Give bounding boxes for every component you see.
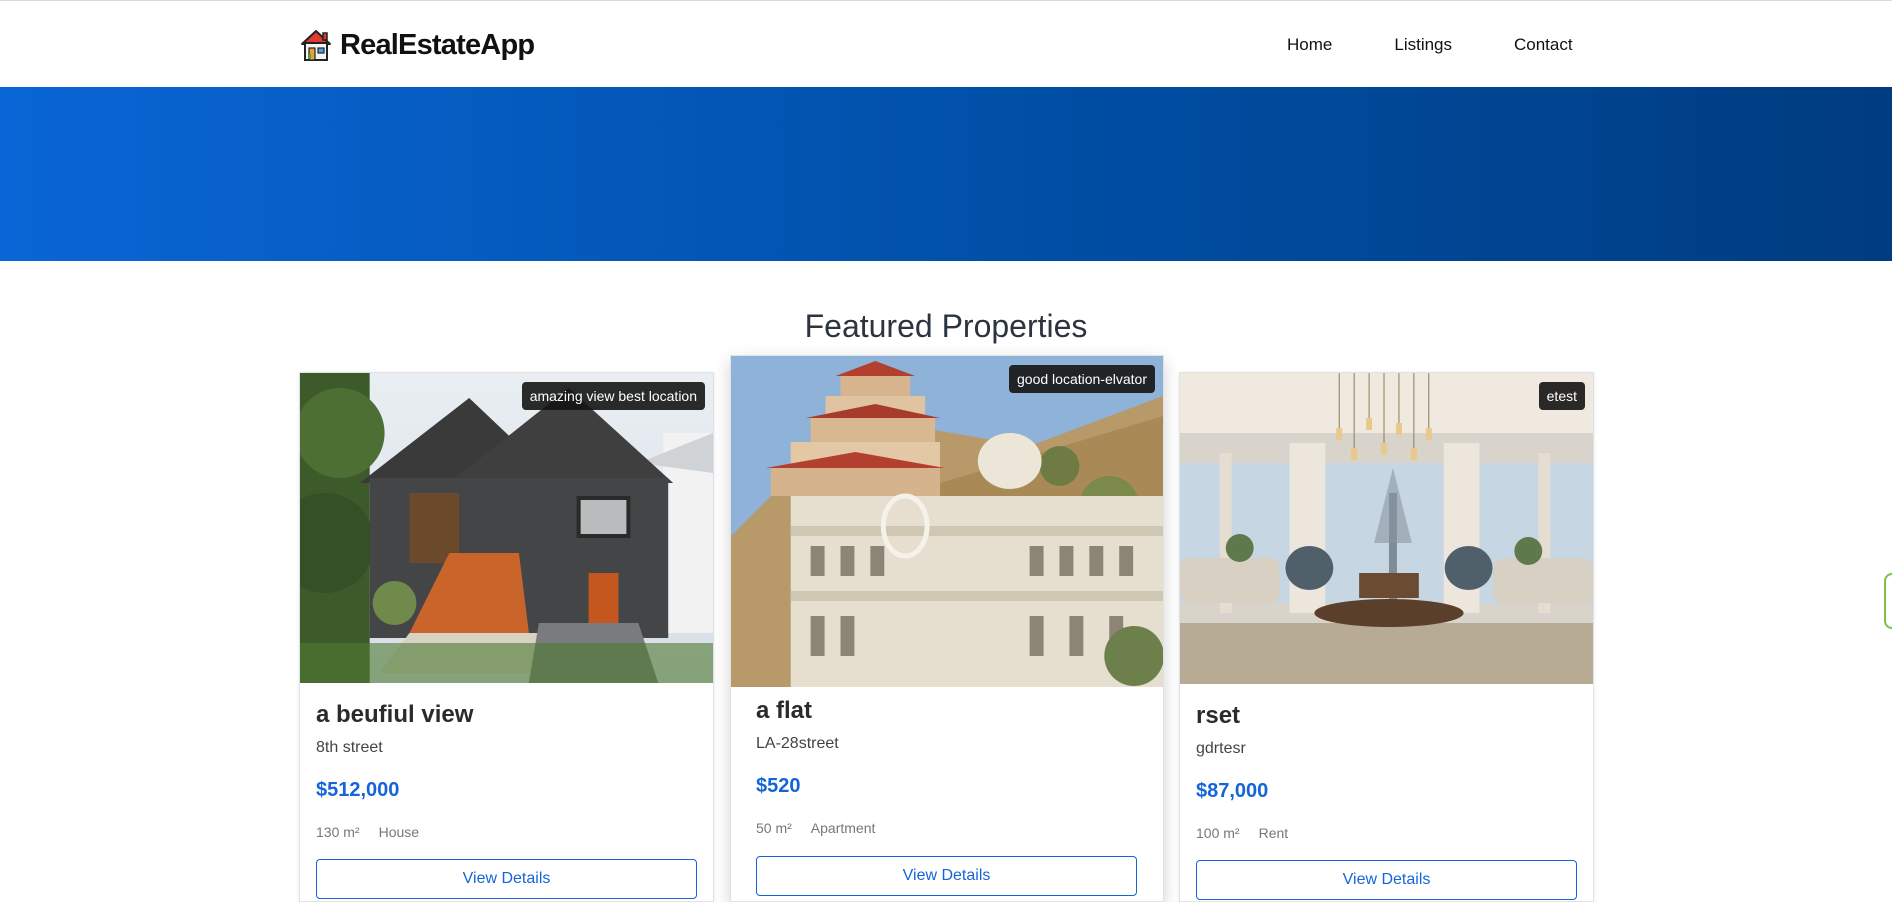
hero-banner bbox=[0, 87, 1892, 261]
property-area: 100 m² bbox=[1196, 825, 1240, 841]
property-price: $512,000 bbox=[316, 779, 400, 801]
property-tag: etest bbox=[1538, 382, 1585, 410]
property-card[interactable]: good location-elvator a flat LA-28street… bbox=[730, 355, 1164, 902]
property-title: a flat bbox=[756, 697, 813, 724]
property-card[interactable]: etest rset gdrtesr $87,000 100 m² Rent V… bbox=[1179, 372, 1594, 902]
property-address: LA-28street bbox=[756, 735, 839, 752]
property-meta: 130 m² House bbox=[316, 824, 697, 840]
property-tag: amazing view best location bbox=[521, 382, 705, 410]
property-meta: 100 m² Rent bbox=[1196, 825, 1577, 841]
property-card[interactable]: amazing view best location a beufiul vie… bbox=[299, 372, 714, 902]
nav-link-home[interactable]: Home bbox=[1287, 35, 1332, 55]
property-area: 130 m² bbox=[316, 824, 360, 840]
view-details-button[interactable]: View Details bbox=[1196, 860, 1577, 900]
property-title: a beufiul view bbox=[316, 701, 474, 728]
card-body: rset gdrtesr $87,000 100 m² Rent View De… bbox=[1196, 700, 1577, 900]
property-type: Apartment bbox=[810, 820, 876, 836]
property-price: $87,000 bbox=[1196, 780, 1269, 802]
brand-logo[interactable]: RealEstateApp bbox=[300, 25, 535, 65]
nav-link-listings[interactable]: Listings bbox=[1394, 35, 1452, 55]
property-address: gdrtesr bbox=[1196, 740, 1246, 757]
property-type: Rent bbox=[1258, 825, 1289, 841]
card-body: a flat LA-28street $520 50 m² Apartment bbox=[747, 695, 1147, 836]
property-type: House bbox=[378, 824, 420, 840]
view-details-button[interactable]: View Details bbox=[316, 859, 697, 899]
section-title: Featured Properties bbox=[804, 308, 1088, 344]
view-details-button[interactable]: View Details bbox=[756, 856, 1137, 896]
side-feedback-tab[interactable] bbox=[1884, 573, 1892, 629]
property-image[interactable] bbox=[1180, 373, 1593, 684]
main-nav: Home Listings Contact bbox=[1287, 35, 1573, 55]
property-image[interactable] bbox=[300, 373, 713, 683]
nav-link-contact[interactable]: Contact bbox=[1514, 35, 1573, 55]
property-meta: 50 m² Apartment bbox=[756, 820, 1147, 836]
property-title: rset bbox=[1196, 702, 1241, 729]
property-image[interactable] bbox=[731, 356, 1163, 687]
brand-name: RealEstateApp bbox=[340, 28, 535, 61]
property-tag: good location-elvator bbox=[1009, 365, 1155, 393]
navbar: RealEstateApp Home Listings Contact bbox=[0, 1, 1892, 87]
property-area: 50 m² bbox=[756, 820, 792, 836]
house-icon bbox=[301, 30, 331, 61]
property-address: 8th street bbox=[316, 739, 383, 756]
property-price: $520 bbox=[756, 775, 801, 797]
card-body: a beufiul view 8th street $512,000 130 m… bbox=[316, 699, 697, 899]
